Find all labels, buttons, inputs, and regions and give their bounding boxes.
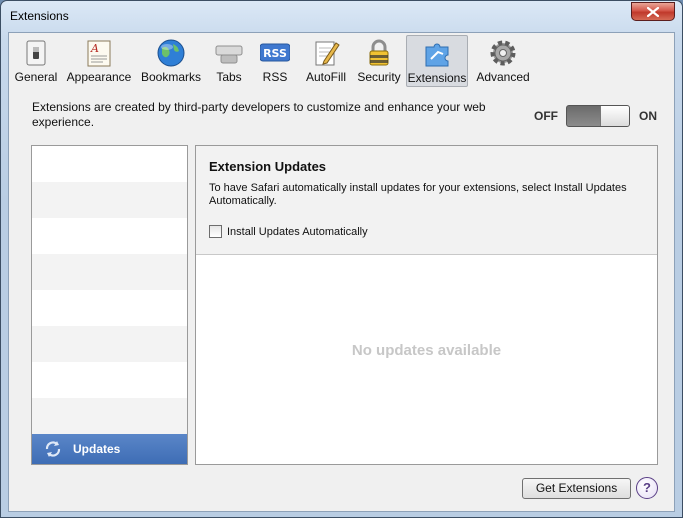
tab-general[interactable]: General xyxy=(13,35,59,87)
rss-icon: RSS xyxy=(260,43,290,62)
sidebar-item-updates[interactable]: Updates xyxy=(32,434,187,464)
puzzle-icon xyxy=(425,43,449,67)
tab-autofill-label: AutoFill xyxy=(305,70,346,84)
preferences-toolbar: General A Appearance Bookmarks Tabs RSS … xyxy=(9,33,674,88)
tab-general-label: General xyxy=(14,70,58,84)
tab-extensions-label: Extensions xyxy=(407,71,467,85)
tab-tabs[interactable]: Tabs xyxy=(209,35,249,87)
pencil-icon xyxy=(315,41,340,66)
tab-appearance-label: Appearance xyxy=(66,70,132,84)
get-extensions-button[interactable]: Get Extensions xyxy=(522,478,631,499)
appearance-icon: A xyxy=(87,40,111,67)
lock-icon xyxy=(369,39,389,66)
panel-description: To have Safari automatically install upd… xyxy=(209,182,627,207)
rss-icon-text: RSS xyxy=(263,47,287,60)
tab-appearance[interactable]: A Appearance xyxy=(63,35,135,87)
toggle-off-label: OFF xyxy=(534,109,558,123)
help-button[interactable]: ? xyxy=(636,477,658,499)
tab-rss[interactable]: RSS RSS xyxy=(257,35,293,87)
tab-advanced[interactable]: Advanced xyxy=(474,35,532,87)
extension-updates-panel: Extension Updates To have Safari automat… xyxy=(195,145,658,465)
sidebar-item-updates-label: Updates xyxy=(73,442,121,456)
gear-icon xyxy=(490,40,516,66)
refresh-icon xyxy=(45,441,61,457)
tab-advanced-label: Advanced xyxy=(476,70,530,84)
tab-rss-label: RSS xyxy=(262,70,288,84)
panel-title: Extension Updates xyxy=(209,159,327,174)
globe-icon xyxy=(157,39,185,67)
extensions-sidebar: Updates xyxy=(31,145,188,465)
preferences-content: General A Appearance Bookmarks Tabs RSS … xyxy=(8,32,675,512)
svg-text:A: A xyxy=(90,42,99,55)
tab-tabs-label: Tabs xyxy=(216,70,242,84)
sidebar-empty-row xyxy=(32,146,187,182)
tab-security[interactable]: Security xyxy=(355,35,403,87)
toggle-on-label: ON xyxy=(639,109,657,123)
switch-icon xyxy=(26,40,46,66)
tab-autofill[interactable]: AutoFill xyxy=(301,35,351,87)
tab-bookmarks[interactable]: Bookmarks xyxy=(139,35,203,87)
sidebar-empty-row xyxy=(32,254,187,290)
install-updates-checkbox[interactable] xyxy=(209,225,222,238)
close-button[interactable] xyxy=(631,2,675,21)
window-title: Extensions xyxy=(10,9,69,23)
tab-bookmarks-label: Bookmarks xyxy=(140,70,202,84)
sidebar-empty-row xyxy=(32,182,187,218)
empty-state-message: No updates available xyxy=(351,342,502,359)
extensions-toggle[interactable] xyxy=(566,105,630,127)
sidebar-empty-row xyxy=(32,218,187,254)
title-bar: Extensions xyxy=(1,1,682,33)
sidebar-empty-row xyxy=(32,398,187,434)
tab-security-label: Security xyxy=(357,70,401,84)
extensions-description: Extensions are created by third-party de… xyxy=(32,100,486,129)
install-updates-label[interactable]: Install Updates Automatically xyxy=(227,226,368,238)
sidebar-empty-row xyxy=(32,290,187,326)
toggle-knob xyxy=(600,106,629,126)
tabs-icon xyxy=(215,45,243,64)
panel-header: Extension Updates To have Safari automat… xyxy=(196,146,657,255)
sidebar-empty-row xyxy=(32,326,187,362)
tab-extensions[interactable]: Extensions xyxy=(406,35,468,87)
preferences-window: Extensions General A Appearance Bookmark… xyxy=(0,0,683,518)
sidebar-empty-row xyxy=(32,362,187,398)
close-icon xyxy=(647,7,659,17)
